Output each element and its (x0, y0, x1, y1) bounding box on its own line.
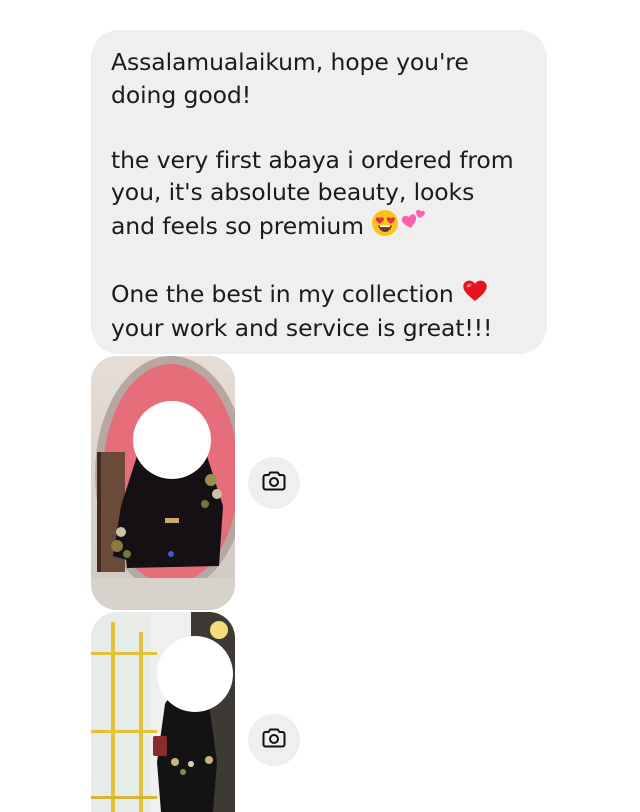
heart-eyes-emoji-icon (371, 209, 399, 246)
message-line: the very first abaya i ordered from (111, 145, 514, 174)
camera-button[interactable] (248, 457, 300, 509)
abaya-outdoor-photo (91, 612, 235, 812)
message-paragraph-review: the very first abaya i ordered from you,… (111, 144, 527, 246)
camera-button[interactable] (248, 714, 300, 766)
message-line: and feels so premium (111, 211, 372, 240)
message-paragraph-greeting: Assalamualaikum, hope you're doing good! (111, 46, 527, 111)
message-line: your work and service is great!!! (111, 314, 493, 343)
photo-attachment[interactable] (91, 356, 235, 610)
camera-icon (262, 727, 286, 753)
message-line: doing good! (111, 80, 252, 109)
message-line: you, it's absolute beauty, looks (111, 178, 475, 206)
message-paragraph-closing: One the best in my collection your work … (111, 278, 527, 345)
photo-attachment[interactable] (91, 612, 235, 812)
red-heart-emoji-icon (461, 278, 489, 313)
two-hearts-emoji-icon (399, 209, 429, 246)
message-bubble[interactable]: Assalamualaikum, hope you're doing good!… (91, 30, 547, 354)
message-line: One the best in my collection (111, 279, 462, 308)
abaya-mirror-photo (91, 356, 235, 610)
message-line: Assalamualaikum, hope you're (111, 48, 469, 76)
camera-icon (262, 470, 286, 496)
